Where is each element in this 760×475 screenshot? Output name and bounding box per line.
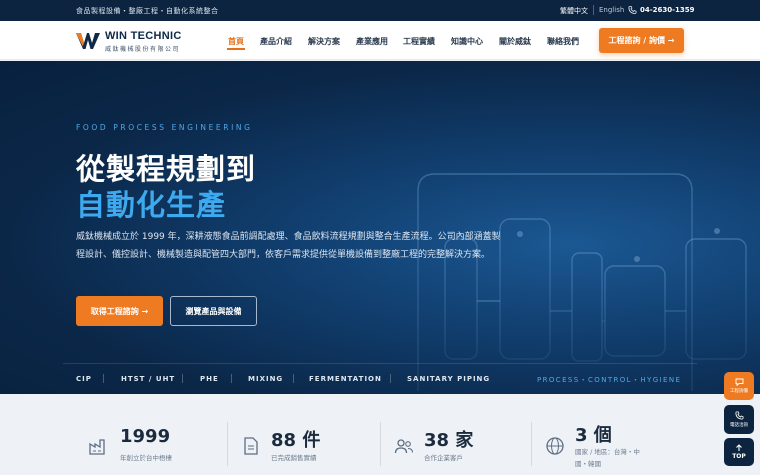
chat-icon <box>735 378 743 386</box>
stat-divider <box>380 422 381 466</box>
language-divider <box>593 5 594 15</box>
tag-divider <box>390 374 391 383</box>
tag-fermentation: FERMENTATION <box>309 375 382 383</box>
floating-phone-button[interactable]: 電話洽詢 <box>724 405 754 434</box>
hero-divider <box>63 363 697 364</box>
stats-section: 1999 年創立於台中梧棲 88 件 已完成銷售實績 38 家 合作企業客戶 3… <box>0 394 760 475</box>
nav-active-indicator <box>227 48 245 50</box>
header-inquiry-button[interactable]: 工程諮詢 / 詢價 → <box>599 28 684 53</box>
back-to-top-button[interactable]: TOP <box>724 438 754 466</box>
stat-value: 38 家 <box>424 430 474 451</box>
phone-icon <box>734 411 744 420</box>
browse-products-button[interactable]: 瀏覽產品與設備 <box>170 296 257 326</box>
stat-divider <box>227 422 228 466</box>
hero-eyebrow: FOOD PROCESS ENGINEERING <box>76 123 253 132</box>
hero-tagline-right: PROCESS・CONTROL・HYGIENE <box>537 376 682 384</box>
hero-description: 威鈦機械成立於 1999 年，深耕液態食品前調配處理、食品飲料流程規劃與整合生產… <box>76 232 501 260</box>
stat-label: 合作企業客戶 <box>424 454 463 462</box>
language-en-link[interactable]: English <box>599 6 624 14</box>
nav-about[interactable]: 關於威鈦 <box>499 36 531 47</box>
tag-htst-uht: HTST / UHT <box>121 375 176 383</box>
floating-inquiry-button[interactable]: 工程詢價 <box>724 372 754 400</box>
tag-mixing: MIXING <box>248 375 284 383</box>
factory-icon <box>89 439 105 455</box>
site-tagline: 食品製程設備・整廠工程・自動化系統整合 <box>76 7 219 15</box>
hero-title-line2: 自動化生產 <box>76 188 227 222</box>
stat-label: 國家 / 地區：台灣・中國・韓國 <box>575 448 640 468</box>
stat-divider <box>531 422 532 466</box>
floating-phone-label: 電話洽詢 <box>730 423 748 428</box>
nav-contact[interactable]: 聯絡我們 <box>547 36 579 47</box>
stat-value: 88 件 <box>271 430 321 451</box>
tag-divider <box>103 374 104 383</box>
hero-section: FOOD PROCESS ENGINEERING 從製程規劃到 自動化生產 威鈦… <box>0 61 760 394</box>
back-to-top-label: TOP <box>732 453 746 460</box>
globe-icon <box>546 437 564 455</box>
tag-divider <box>231 374 232 383</box>
nav-projects[interactable]: 工程實績 <box>403 36 435 47</box>
top-utility-bar: 食品製程設備・整廠工程・自動化系統整合 繁體中文 English 04-2630… <box>0 0 760 21</box>
tag-sanitary-piping: SANITARY PIPING <box>407 375 491 383</box>
tag-cip: CIP <box>76 375 92 383</box>
brand-logo-icon[interactable] <box>76 31 100 51</box>
tag-divider <box>293 374 294 383</box>
nav-knowledge[interactable]: 知識中心 <box>451 36 483 47</box>
get-consultation-button[interactable]: 取得工程諮詢 → <box>76 296 163 326</box>
nav-industries[interactable]: 產業應用 <box>356 36 388 47</box>
arrow-up-icon <box>736 444 742 451</box>
users-icon <box>394 439 414 454</box>
brand-name[interactable]: WIN TECHNIC <box>105 30 182 42</box>
tag-divider <box>182 374 183 383</box>
tag-phe: PHE <box>200 375 219 383</box>
stat-value: 3 個 <box>575 425 612 446</box>
document-icon <box>244 437 258 455</box>
phone-number-link[interactable]: 04-2630-1359 <box>640 6 695 14</box>
stat-label: 已完成銷售實績 <box>271 454 317 462</box>
nav-solutions[interactable]: 解決方案 <box>308 36 340 47</box>
floating-inquiry-label: 工程詢價 <box>730 389 748 394</box>
nav-products[interactable]: 產品介紹 <box>260 36 292 47</box>
nav-home[interactable]: 首頁 <box>228 36 244 47</box>
stat-value: 1999 <box>120 426 171 447</box>
language-zh-link[interactable]: 繁體中文 <box>560 6 588 16</box>
brand-subtitle: 威鈦機械股份有限公司 <box>105 46 181 53</box>
stat-label: 年創立於台中梧棲 <box>120 454 172 462</box>
phone-icon <box>628 5 637 15</box>
